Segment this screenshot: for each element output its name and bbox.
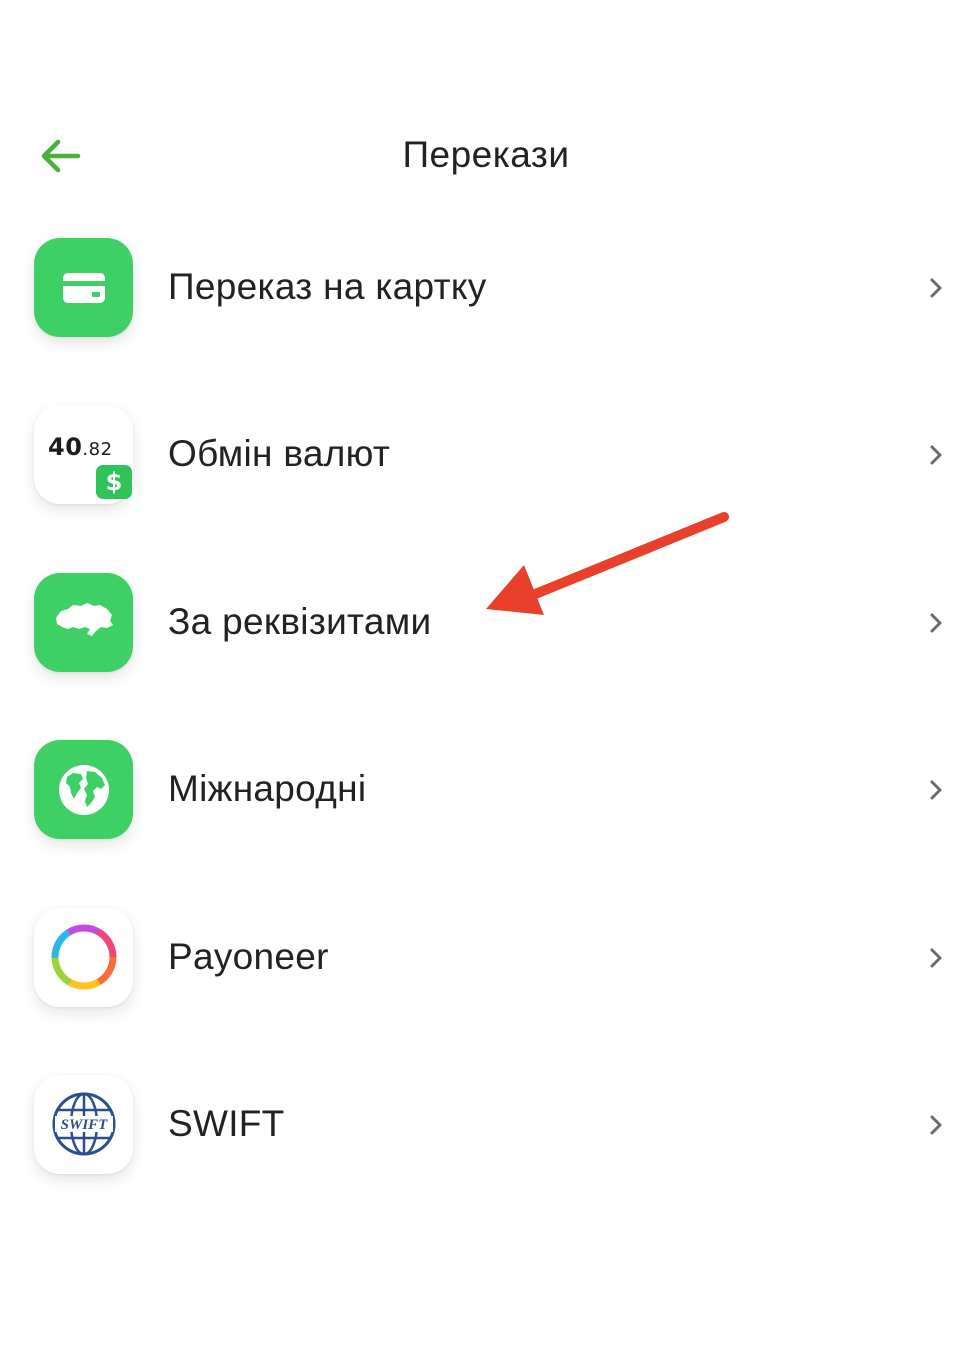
list-item-swift[interactable]: SWIFT SWIFT	[0, 1041, 972, 1208]
currency-exchange-icon: 40.82 $	[34, 405, 133, 505]
svg-text:SWIFT: SWIFT	[60, 1117, 108, 1133]
app-header: Перекази	[0, 120, 972, 192]
exchange-rate-value: 40.82	[48, 433, 113, 462]
list-item-international[interactable]: Міжнародні	[0, 706, 972, 873]
chevron-right-icon	[930, 1115, 942, 1135]
page-title: Перекази	[402, 134, 570, 175]
list-item-label: Payoneer	[168, 935, 329, 977]
chevron-right-icon	[930, 278, 942, 298]
ukraine-map-icon	[34, 572, 133, 672]
dollar-badge: $	[96, 465, 132, 500]
chevron-right-icon	[930, 613, 942, 633]
payoneer-ring-icon	[34, 907, 133, 1007]
list-item-card-transfer[interactable]: Переказ на картку	[0, 204, 972, 371]
globe-icon	[34, 740, 133, 840]
list-item-payoneer[interactable]: Payoneer	[0, 874, 972, 1041]
list-item-label: Обмін валют	[168, 433, 391, 475]
list-item-currency-exchange[interactable]: 40.82 $ Обмін валют	[0, 371, 972, 538]
card-icon	[34, 238, 133, 337]
list-item-label: Міжнародні	[168, 768, 367, 810]
list-item-label: SWIFT	[168, 1102, 285, 1144]
transfer-options-list: Переказ на картку 40.82 $ Обмін валют За…	[0, 204, 972, 1208]
chevron-right-icon	[930, 445, 942, 465]
chevron-right-icon	[930, 780, 942, 800]
swift-globe-icon: SWIFT	[34, 1074, 133, 1174]
list-item-by-requisites[interactable]: За реквізитами	[0, 539, 972, 706]
list-item-label: Переказ на картку	[168, 266, 487, 307]
list-item-label: За реквізитами	[168, 600, 432, 642]
chevron-right-icon	[930, 948, 942, 968]
